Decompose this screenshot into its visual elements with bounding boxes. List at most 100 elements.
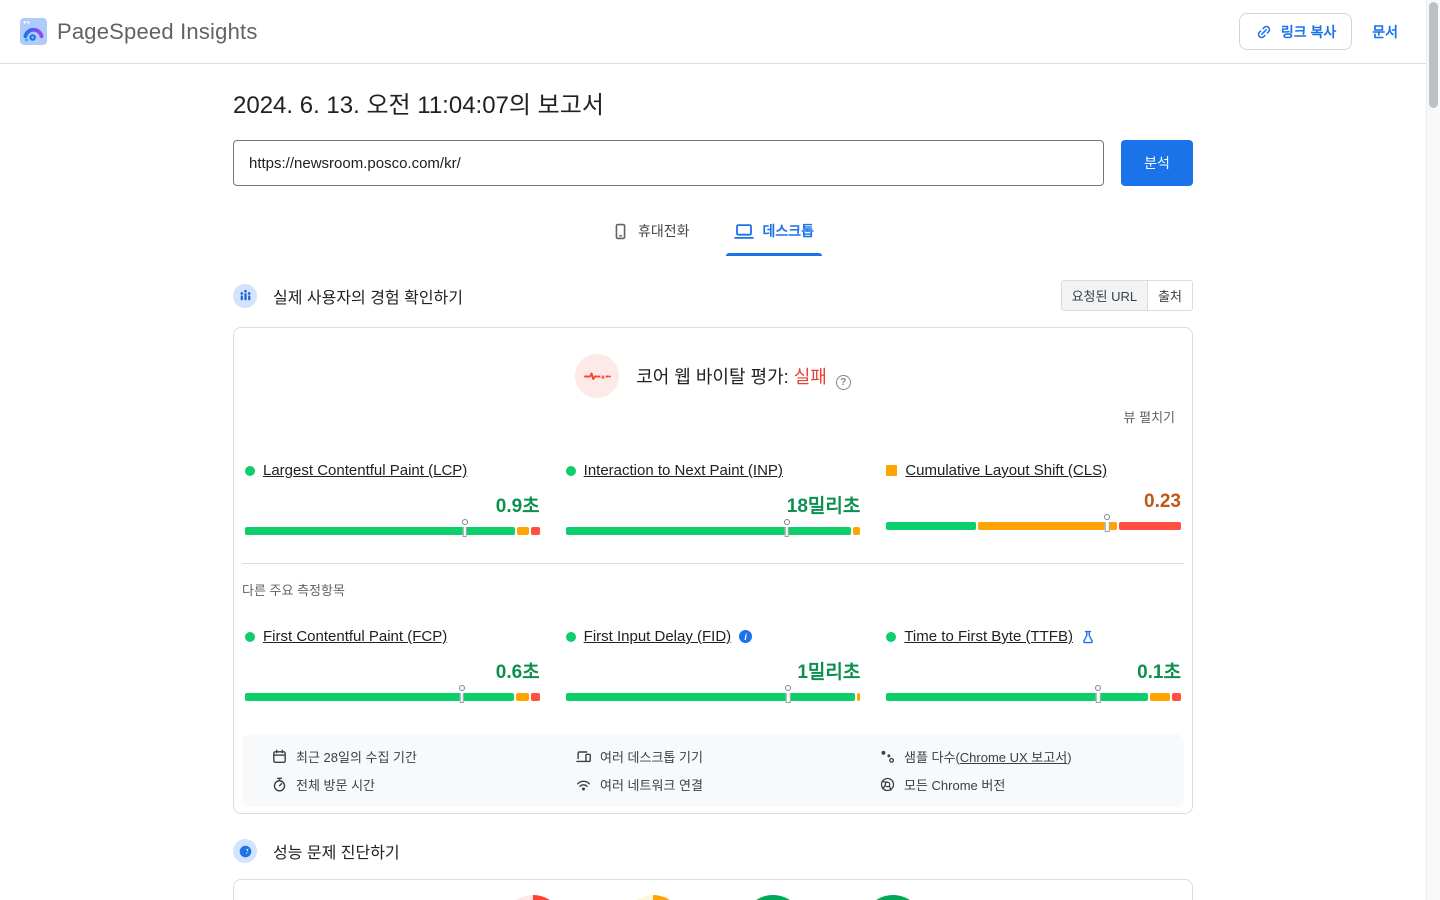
metric-ttfb: Time to First Byte (TTFB) 0.1초 <box>886 628 1181 701</box>
metric-distribution-bar <box>245 527 540 535</box>
chrome-icon <box>880 777 895 792</box>
footnote-label: 모든 Chrome 버전 <box>904 775 1005 794</box>
metric-value-cls: 0.23 <box>886 491 1181 513</box>
tab-mobile-label: 휴대전화 <box>638 221 690 241</box>
metric-link-lcp[interactable]: Largest Contentful Paint (LCP) <box>263 462 467 479</box>
metric-value-fcp: 0.6초 <box>245 657 540 684</box>
pagespeed-logo-icon <box>20 18 47 45</box>
metric-distribution-bar <box>886 522 1181 530</box>
toggle-origin[interactable]: 출처 <box>1147 281 1192 310</box>
report-title: 2024. 6. 13. 오전 11:04:07의 보고서 <box>233 85 1193 120</box>
metric-inp: Interaction to Next Paint (INP) 18밀리초 <box>566 462 861 535</box>
smartphone-icon <box>612 223 629 240</box>
cwv-assessment-prefix: 코어 웹 바이탈 평가: <box>636 367 788 387</box>
url-origin-toggle: 요청된 URL 출처 <box>1061 280 1193 311</box>
footnote-prefix: 샘플 다수( <box>904 750 960 765</box>
p75-marker <box>784 519 790 525</box>
tab-desktop[interactable]: 데스크톱 <box>720 210 829 256</box>
footnote-label: 샘플 다수(Chrome UX 보고서) <box>904 747 1072 766</box>
metric-value-fid: 1밀리초 <box>566 657 861 684</box>
stopwatch-icon <box>272 777 287 792</box>
metric-link-inp[interactable]: Interaction to Next Paint (INP) <box>584 462 783 479</box>
page-scrollbar <box>1426 0 1440 900</box>
footnote-label: 여러 네트워크 연결 <box>600 775 703 794</box>
app-title: PageSpeed Insights <box>57 19 258 45</box>
link-icon <box>1255 23 1273 41</box>
cwv-assessment-title: 코어 웹 바이탈 평가: 실패 <box>636 363 851 390</box>
collection-info-strip: 최근 28일의 수집 기간 전체 방문 시간 <box>242 734 1184 807</box>
tab-desktop-label: 데스크톱 <box>763 221 815 241</box>
other-metrics-label: 다른 주요 측정항목 <box>234 564 1192 599</box>
metric-cls: Cumulative Layout Shift (CLS) 0.23 <box>886 462 1181 535</box>
metric-fcp: First Contentful Paint (FCP) 0.6초 <box>245 628 540 701</box>
metric-link-ttfb[interactable]: Time to First Byte (TTFB) <box>904 628 1073 645</box>
device-tabs: 휴대전화 데스크톱 <box>233 210 1193 256</box>
devices-icon <box>576 749 591 764</box>
laptop-icon <box>734 223 754 240</box>
p75-marker <box>462 519 468 525</box>
metric-fid: First Input Delay (FID) i 1밀리초 <box>566 628 861 701</box>
p75-marker <box>1104 514 1110 520</box>
footnote-label: 최근 28일의 수집 기간 <box>296 747 417 766</box>
experiment-flask-icon <box>1081 630 1095 644</box>
wifi-icon <box>576 777 591 792</box>
field-section-title: 실제 사용자의 경험 확인하기 <box>273 284 463 308</box>
field-data-card: 코어 웹 바이탈 평가: 실패 뷰 펼치기 Largest Contentful… <box>233 327 1193 814</box>
score-gauges-row: 42 75 100 100 <box>234 895 1192 900</box>
network-item: 여러 네트워크 연결 <box>576 774 880 795</box>
crux-report-link[interactable]: Chrome UX 보고서 <box>960 750 1067 765</box>
app-header: PageSpeed Insights 링크 복사 문서 <box>0 0 1440 64</box>
status-indicator <box>566 466 576 476</box>
docs-link[interactable]: 문서 <box>1372 22 1398 42</box>
device-type-item: 여러 데스크톱 기기 <box>576 746 880 767</box>
collection-period-item: 최근 28일의 수집 기간 <box>272 746 576 767</box>
scrollbar-thumb[interactable] <box>1429 2 1438 108</box>
status-indicator <box>245 466 255 476</box>
cwv-assessment-result: 실패 <box>794 367 827 387</box>
metric-distribution-bar <box>566 693 861 701</box>
score-gauge-performance[interactable]: 42 <box>502 895 564 900</box>
help-icon[interactable] <box>836 375 851 390</box>
metric-lcp: Largest Contentful Paint (LCP) 0.9초 <box>245 462 540 535</box>
diagnose-compass-icon <box>233 839 257 863</box>
toggle-requested-url[interactable]: 요청된 URL <box>1062 281 1148 310</box>
metric-distribution-bar <box>886 693 1181 701</box>
chrome-version-item: 모든 Chrome 버전 <box>880 774 1184 795</box>
status-indicator <box>886 465 897 476</box>
tab-mobile[interactable]: 휴대전화 <box>598 210 704 256</box>
core-metrics-row: Largest Contentful Paint (LCP) 0.9초 Inte… <box>234 462 1192 535</box>
field-data-icon <box>233 284 257 308</box>
metric-distribution-bar <box>566 527 861 535</box>
status-indicator <box>566 632 576 642</box>
lab-data-card: 42 75 100 100 <box>233 879 1193 900</box>
app-logo[interactable]: PageSpeed Insights <box>20 18 258 45</box>
p75-marker <box>1095 685 1101 691</box>
footnote-label: 여러 데스크톱 기기 <box>600 747 703 766</box>
samples-icon <box>880 749 895 764</box>
sample-size-item: 샘플 다수(Chrome UX 보고서) <box>880 746 1184 767</box>
other-metrics-row: First Contentful Paint (FCP) 0.6초 First … <box>234 628 1192 701</box>
diagnose-section-title: 성능 문제 진단하기 <box>273 839 400 863</box>
visit-duration-item: 전체 방문 시간 <box>272 774 576 795</box>
expand-view-link[interactable]: 뷰 펼치기 <box>1124 407 1175 426</box>
metric-link-cls[interactable]: Cumulative Layout Shift (CLS) <box>905 462 1107 479</box>
score-gauge-seo[interactable]: 100 <box>862 895 924 900</box>
metric-link-fcp[interactable]: First Contentful Paint (FCP) <box>263 628 447 645</box>
analyze-button[interactable]: 분석 <box>1121 140 1193 186</box>
p75-marker <box>785 685 791 691</box>
score-gauge-accessibility[interactable]: 75 <box>622 895 684 900</box>
copy-link-label: 링크 복사 <box>1281 22 1336 42</box>
footnote-suffix: ) <box>1067 750 1071 765</box>
info-icon[interactable]: i <box>739 630 752 643</box>
copy-link-button[interactable]: 링크 복사 <box>1239 13 1352 50</box>
metric-link-fid[interactable]: First Input Delay (FID) <box>584 628 732 645</box>
metric-value-ttfb: 0.1초 <box>886 657 1181 684</box>
status-indicator <box>245 632 255 642</box>
calendar-icon <box>272 749 287 764</box>
core-web-vitals-icon <box>575 354 619 398</box>
status-indicator <box>886 632 896 642</box>
metric-value-inp: 18밀리초 <box>566 491 861 518</box>
footnote-label: 전체 방문 시간 <box>296 775 375 794</box>
url-input[interactable] <box>233 140 1104 186</box>
score-gauge-best-practices[interactable]: 100 <box>742 895 804 900</box>
